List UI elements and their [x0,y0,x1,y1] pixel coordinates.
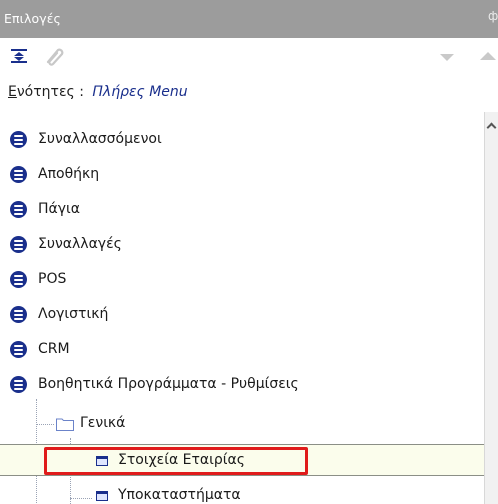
menu-list-icon [10,201,27,218]
tree-item-label: Πάγια [38,201,81,217]
tree-toolbar [0,38,498,74]
tree-item-label: Αποθήκη [38,166,100,182]
tree-item-label: Υποκαταστήματα [118,487,241,503]
menu-list-icon [10,236,27,253]
scroll-up-icon[interactable] [486,122,497,133]
menu-list-icon [10,166,27,183]
tree-scrollbar[interactable] [484,112,498,504]
tree-item-label: Βοηθητικά Προγράμματα - Ρυθμίσεις [38,376,299,392]
tree-item-voithitika[interactable]: Βοηθητικά Προγράμματα - Ρυθμίσεις [0,369,484,401]
tree-item-ypokatastimata[interactable]: Υποκαταστήματα [0,480,484,504]
tree-item-logistiki[interactable]: Λογιστική [0,299,484,331]
tree-item-label: CRM [38,341,70,357]
tree-folder-genika[interactable]: Γενικά [0,408,484,440]
options-panel: Επιλογές ф Ενότητες : Πλήρες Menu Συναλλ… [0,0,498,504]
tree-item-label: POS [38,271,67,287]
sections-value[interactable]: Πλήρες Menu [92,84,187,100]
sections-selector[interactable]: Ενότητες : Πλήρες Menu [8,84,188,106]
menu-tree: Συναλλασσόμενοι Αποθήκη Πάγια Συναλλαγές… [0,118,484,504]
tree-item-pos[interactable]: POS [0,264,484,296]
tree-item-pagia[interactable]: Πάγια [0,194,484,226]
pin-icon[interactable]: ф [488,9,498,23]
panel-title: Επιλογές [4,11,61,26]
panel-title-bar: Επιλογές ф [0,0,498,38]
tree-item-stoixeia-etairias[interactable]: Στοιχεία Εταιρίας [0,444,484,476]
menu-list-icon [10,376,27,393]
selection-highlight [44,447,308,475]
paperclip-icon[interactable] [44,46,64,70]
tree-item-apothiki[interactable]: Αποθήκη [0,159,484,191]
tree-item-synallages[interactable]: Συναλλαγές [0,229,484,261]
tree-folder-label: Γενικά [80,415,126,431]
sections-label: Ενότητες : [8,84,84,100]
menu-list-icon [10,271,27,288]
folder-icon [56,417,74,431]
form-icon [96,491,108,501]
tree-item-crm[interactable]: CRM [0,334,484,366]
tree-item-synallassomenoi[interactable]: Συναλλασσόμενοι [0,124,484,156]
triangle-up-icon[interactable] [480,52,496,60]
tree-item-label: Συναλλαγές [38,236,122,252]
menu-list-icon [10,306,27,323]
collapse-all-icon[interactable] [11,48,27,67]
menu-list-icon [10,131,27,148]
menu-list-icon [10,341,27,358]
tree-item-label: Συναλλασσόμενοι [38,131,162,147]
triangle-down-icon[interactable] [440,54,454,61]
tree-item-label: Λογιστική [38,306,109,322]
